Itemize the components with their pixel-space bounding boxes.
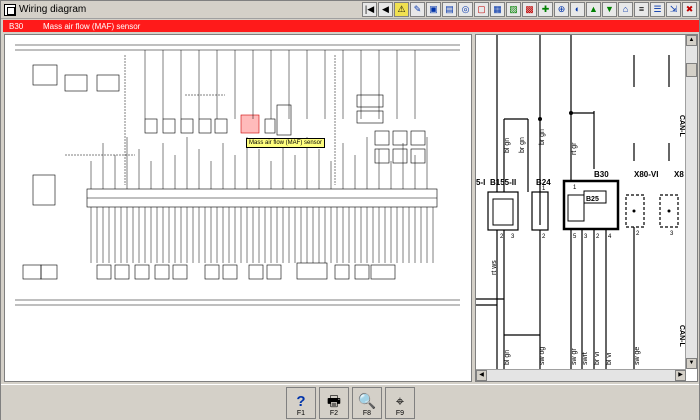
pin-b155-1: 2 <box>500 234 504 240</box>
toolbar-button-18[interactable]: ≡ <box>634 2 649 17</box>
pin-b30-1: 1 <box>573 185 577 191</box>
toolbar-button-17[interactable]: ⌂ <box>618 2 633 17</box>
overview-diagram-pane[interactable]: Mass air flow (MAF) sensor <box>4 34 472 382</box>
label-b30: B30 <box>594 170 609 179</box>
wire-label-9: swrt <box>582 352 589 365</box>
label-b155-left: 5-I <box>476 178 485 187</box>
pin-b30-2: 2 <box>596 234 600 240</box>
pin-x8-3: 3 <box>670 231 674 237</box>
toolbar-button-21[interactable]: ✖ <box>682 2 697 17</box>
wire-label-8: sw gr <box>571 348 578 365</box>
function-key-bar: ? F1 🖶 F2 🔍 F8 ⌖ F9 <box>1 384 699 420</box>
label-x80: X80-VI <box>634 170 658 179</box>
magnifier-icon: 🔍 <box>357 393 377 410</box>
help-icon: ? <box>296 393 306 410</box>
wire-label-3: rt gr <box>571 142 578 155</box>
label-x8: X8 <box>674 170 684 179</box>
pin-x80-2: 2 <box>636 231 640 237</box>
app-icon <box>4 3 16 16</box>
toolbar-button-11[interactable]: ▩ <box>522 2 537 17</box>
label-b25: B25 <box>586 196 599 203</box>
can-label-1: CAN-L <box>678 115 685 137</box>
can-label-2: CAN-L <box>678 325 685 347</box>
scroll-right-button[interactable]: ▶ <box>675 370 686 381</box>
horizontal-scrollbar[interactable]: ◀ ▶ <box>476 369 686 381</box>
zoom-button[interactable]: 🔍 F8 <box>352 387 382 419</box>
component-code: B30 <box>9 21 24 31</box>
printer-icon: 🖶 <box>326 393 342 410</box>
toolbar-button-7[interactable]: ◎ <box>458 2 473 17</box>
locate-button[interactable]: ⌖ F9 <box>385 387 415 419</box>
toolbar-button-10[interactable]: ▨ <box>506 2 521 17</box>
wire-label-6: sw og <box>539 347 546 365</box>
toolbar-button-9[interactable]: ▦ <box>490 2 505 17</box>
toolbar-button-5[interactable]: ▣ <box>426 2 441 17</box>
title-bar: Wiring diagram |◀ ◀ ⚠ ✎ ▣ ▤ ◎ ▢ ▦ ▨ ▩ ✚ ⊕ ◐ ▲ ▼ ⌂ ≡ ☰ ⇲ ✖ <box>1 1 699 19</box>
window-title: Wiring diagram <box>19 4 87 15</box>
wire-label-10: br vi <box>594 351 601 365</box>
wire-label-4: rt ws <box>491 260 498 275</box>
scroll-thumb[interactable] <box>686 63 697 77</box>
wire-label-12: sw ge <box>634 347 641 365</box>
scroll-left-button[interactable]: ◀ <box>476 370 487 381</box>
wire-label-2: br gn <box>519 137 526 153</box>
toolbar-button-3[interactable]: ⚠ <box>394 2 409 17</box>
toolbar-button-1[interactable]: |◀ <box>362 2 377 17</box>
scroll-down-button[interactable]: ▼ <box>686 358 697 369</box>
toolbar-button-6[interactable]: ▤ <box>442 2 457 17</box>
zoom-key-label: F8 <box>362 410 372 417</box>
detail-schematic[interactable]: 5-I B155-II B24 B30 B25 X80-VI X8 bl gn … <box>476 35 686 369</box>
pin-b30-3: 3 <box>584 234 588 240</box>
toolbar-button-15[interactable]: ▲ <box>586 2 601 17</box>
toolbar-button-13[interactable]: ⊕ <box>554 2 569 17</box>
help-button[interactable]: ? F1 <box>286 387 316 419</box>
scroll-up-button[interactable]: ▲ <box>686 35 697 46</box>
vertical-scrollbar[interactable]: ▲ ▼ <box>685 35 697 369</box>
toolbar: |◀ ◀ ⚠ ✎ ▣ ▤ ◎ ▢ ▦ ▨ ▩ ✚ ⊕ ◐ ▲ ▼ ⌂ ≡ ☰ ⇲ ✖ <box>362 2 697 18</box>
component-bar: B30 Mass air flow (MAF) sensor <box>3 20 699 32</box>
locate-icon: ⌖ <box>395 393 405 410</box>
overview-schematic[interactable] <box>5 35 472 382</box>
toolbar-button-16[interactable]: ▼ <box>602 2 617 17</box>
print-button[interactable]: 🖶 F2 <box>319 387 349 419</box>
wiring-diagram-window: Wiring diagram |◀ ◀ ⚠ ✎ ▣ ▤ ◎ ▢ ▦ ▨ ▩ ✚ ⊕ ◐ ▲ ▼ ⌂ ≡ ☰ ⇲ ✖ B3… <box>0 0 700 420</box>
component-name: Mass air flow (MAF) sensor <box>43 21 141 31</box>
help-key-label: F1 <box>296 410 306 417</box>
toolbar-button-14[interactable]: ◐ <box>570 2 585 17</box>
detail-diagram-pane[interactable]: 5-I B155-II B24 B30 B25 X80-VI X8 bl gn … <box>475 34 698 382</box>
toolbar-button-8[interactable]: ▢ <box>474 2 489 17</box>
pin-b155-3: 3 <box>511 234 515 240</box>
toolbar-button-20[interactable]: ⇲ <box>666 2 681 17</box>
toolbar-button-12[interactable]: ✚ <box>538 2 553 17</box>
pin-b30-4: 4 <box>608 234 612 240</box>
locate-key-label: F9 <box>395 410 405 417</box>
component-tooltip: Mass air flow (MAF) sensor <box>246 138 326 148</box>
toolbar-button-19[interactable]: ☰ <box>650 2 665 17</box>
wire-label-7: br gn <box>539 129 546 145</box>
pin-b24-2: 2 <box>542 234 546 240</box>
label-b155: B155-II <box>490 178 516 187</box>
toolbar-button-4[interactable]: ✎ <box>410 2 425 17</box>
wire-label-11: bl vi <box>606 352 613 365</box>
print-key-label: F2 <box>329 410 339 417</box>
pin-b30-5: 5 <box>573 234 577 240</box>
toolbar-button-2[interactable]: ◀ <box>378 2 393 17</box>
wire-label-1: bl gn <box>504 138 511 153</box>
wire-label-5: bl gn <box>504 350 511 365</box>
